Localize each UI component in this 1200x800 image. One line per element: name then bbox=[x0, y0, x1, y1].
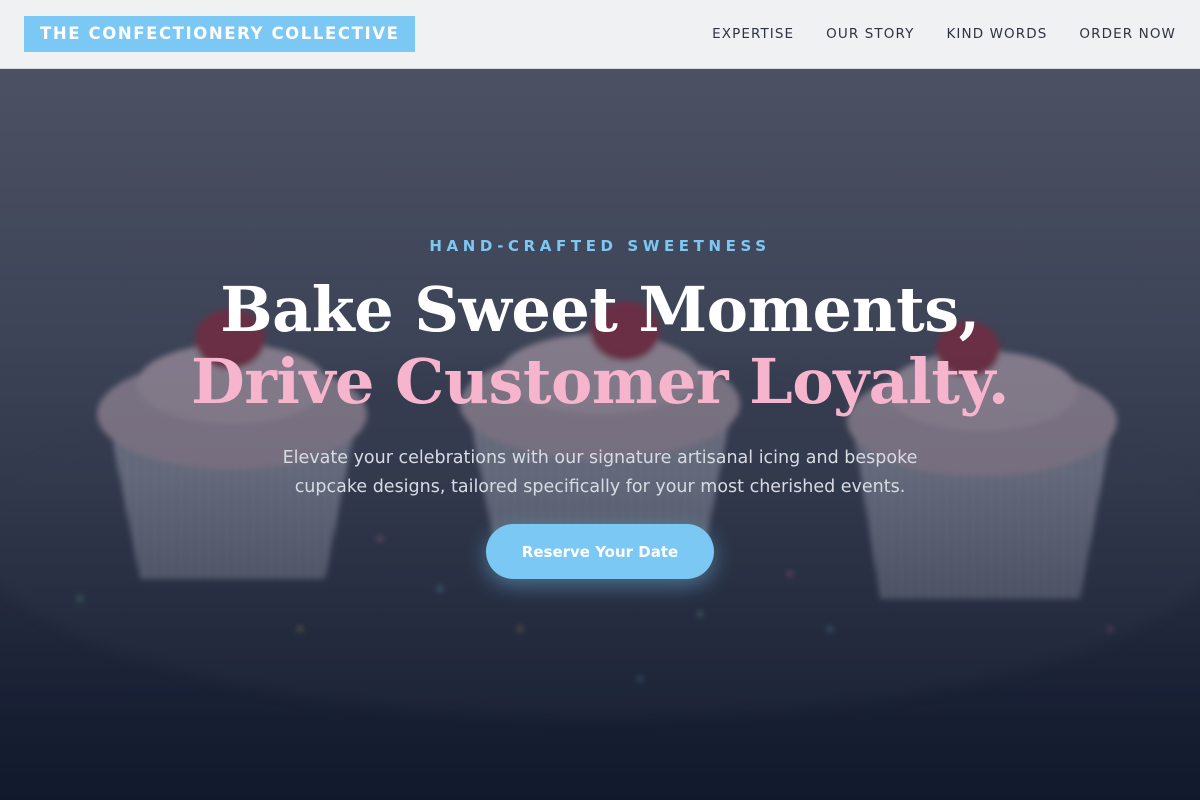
hero-overlay bbox=[0, 69, 1200, 800]
main-nav: EXPERTISE OUR STORY KIND WORDS ORDER NOW bbox=[712, 0, 1176, 68]
reserve-date-button[interactable]: Reserve Your Date bbox=[486, 524, 714, 579]
page: THE CONFECTIONERY COLLECTIVE EXPERTISE O… bbox=[0, 0, 1200, 800]
hero-eyebrow: HAND-CRAFTED SWEETNESS bbox=[429, 237, 771, 255]
nav-link-expertise[interactable]: EXPERTISE bbox=[712, 26, 794, 42]
hero-headline: Bake Sweet Moments, bbox=[220, 273, 980, 346]
logo[interactable]: THE CONFECTIONERY COLLECTIVE bbox=[24, 16, 416, 52]
hero-section: HAND-CRAFTED SWEETNESS Bake Sweet Moment… bbox=[0, 69, 1200, 800]
hero-headline-accent: Drive Customer Loyalty. bbox=[191, 345, 1010, 418]
nav-link-order-now[interactable]: ORDER NOW bbox=[1079, 26, 1176, 42]
nav-link-our-story[interactable]: OUR STORY bbox=[826, 26, 914, 42]
nav-link-kind-words[interactable]: KIND WORDS bbox=[946, 26, 1047, 42]
site-header: THE CONFECTIONERY COLLECTIVE EXPERTISE O… bbox=[0, 0, 1200, 69]
hero-subcopy: Elevate your celebrations with our signa… bbox=[282, 448, 918, 497]
